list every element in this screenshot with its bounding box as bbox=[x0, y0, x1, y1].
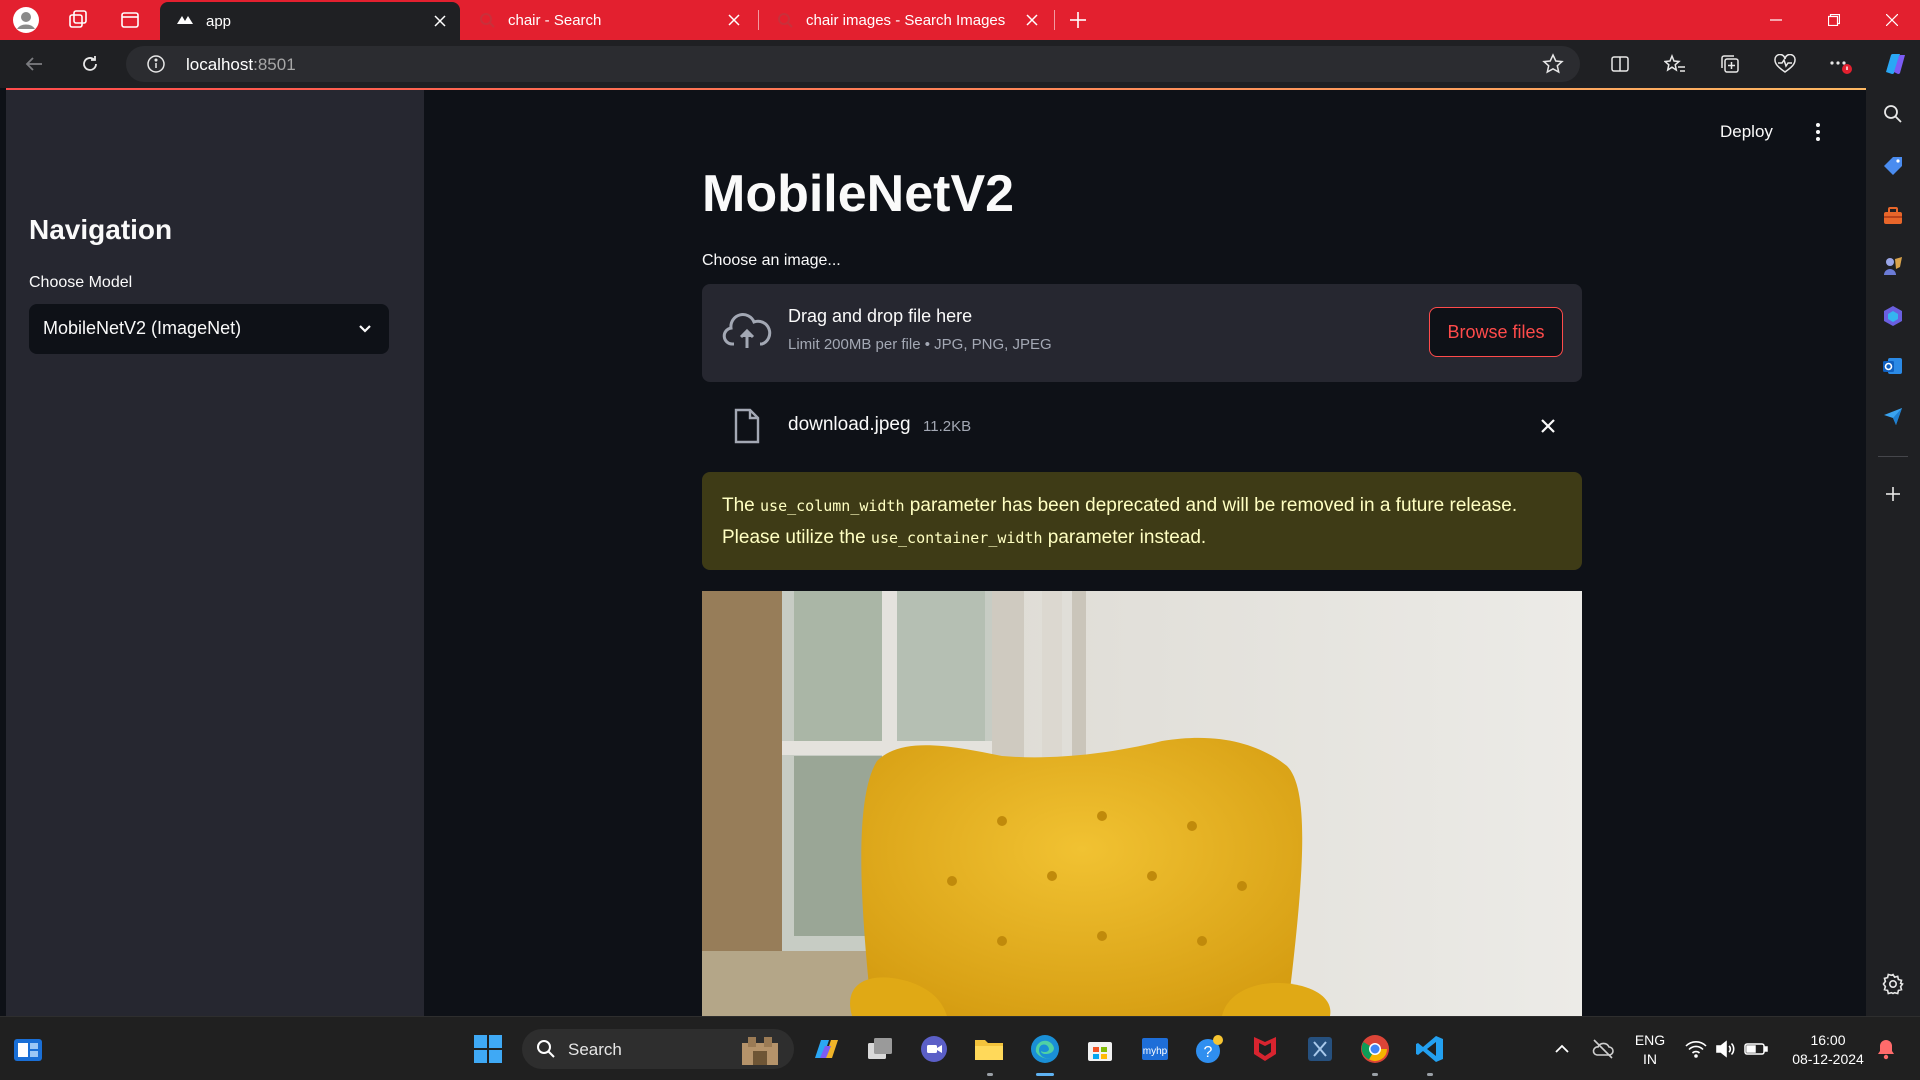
copilot-icon[interactable] bbox=[1878, 48, 1910, 80]
more-options-icon[interactable] bbox=[1824, 48, 1856, 80]
svg-text:?: ? bbox=[1204, 1044, 1213, 1061]
games-icon[interactable] bbox=[1881, 254, 1905, 278]
tab-separator bbox=[758, 10, 759, 30]
uploader-label: Choose an image... bbox=[702, 252, 841, 269]
remove-file-icon[interactable] bbox=[1538, 416, 1558, 436]
search-placeholder: Search bbox=[568, 1040, 622, 1059]
browser-essentials-icon[interactable] bbox=[1769, 48, 1801, 80]
uploaded-file-row: download.jpeg 11.2KB bbox=[702, 394, 1582, 454]
collections-icon[interactable] bbox=[1714, 48, 1746, 80]
chevron-down-icon bbox=[355, 319, 375, 339]
mcafee-icon[interactable] bbox=[1247, 1031, 1283, 1067]
page-viewport: Navigation Choose Model MobileNetV2 (Ima… bbox=[0, 88, 1866, 1016]
search-icon bbox=[478, 11, 496, 29]
file-dropzone[interactable]: Drag and drop file here Limit 200MB per … bbox=[702, 284, 1582, 382]
page-title: MobileNetV2 bbox=[702, 165, 1015, 223]
battery-icon[interactable] bbox=[1738, 1031, 1774, 1067]
chrome-icon[interactable] bbox=[1357, 1031, 1393, 1067]
onedrive-offline-icon[interactable] bbox=[1585, 1031, 1621, 1067]
search-icon bbox=[776, 11, 794, 29]
dropzone-title: Drag and drop file here bbox=[788, 306, 973, 326]
workspaces-icon[interactable] bbox=[64, 6, 92, 34]
show-hidden-icons-chevron-up-icon[interactable] bbox=[1544, 1031, 1580, 1067]
sidebar-heading: Navigation bbox=[29, 214, 173, 245]
task-view-icon[interactable] bbox=[862, 1031, 898, 1067]
file-size: 11.2KB bbox=[923, 418, 972, 435]
notifications-bell-icon[interactable] bbox=[1868, 1031, 1904, 1067]
deploy-button[interactable]: Deploy bbox=[1720, 122, 1773, 142]
tab-chair-search[interactable]: chair - Search bbox=[462, 0, 754, 40]
model-select-value: MobileNetV2 (ImageNet) bbox=[43, 318, 242, 338]
settings-gear-icon[interactable] bbox=[1881, 972, 1905, 996]
tab-title: chair - Search bbox=[508, 11, 602, 29]
close-tab-icon[interactable] bbox=[430, 11, 450, 31]
vertical-tabs-icon[interactable] bbox=[116, 6, 144, 34]
running-indicator bbox=[987, 1073, 993, 1076]
active-app-indicator bbox=[1036, 1073, 1054, 1076]
tab-separator bbox=[1054, 10, 1055, 30]
file-name: download.jpeg bbox=[788, 414, 911, 435]
model-select[interactable]: MobileNetV2 (ImageNet) bbox=[29, 304, 389, 354]
close-tab-icon[interactable] bbox=[1022, 10, 1042, 30]
cloud-upload-icon bbox=[722, 312, 772, 352]
favorites-icon[interactable] bbox=[1659, 48, 1691, 80]
minimize-icon[interactable] bbox=[1748, 0, 1804, 40]
address-bar[interactable]: localhost:8501 bbox=[126, 46, 1580, 82]
uploaded-image bbox=[702, 591, 1582, 1016]
browser-tab-strip: app chair - Search chair images - Search… bbox=[0, 0, 1920, 40]
url-text: localhost:8501 bbox=[186, 55, 296, 74]
new-tab-icon[interactable] bbox=[1064, 6, 1092, 34]
dropzone-limit: Limit 200MB per file • JPG, PNG, JPEG bbox=[788, 336, 1052, 353]
back-icon[interactable] bbox=[18, 48, 50, 80]
tab-title: chair images - Search Images bbox=[806, 11, 1006, 29]
streamlit-icon bbox=[176, 12, 194, 30]
snipping-tool-icon[interactable] bbox=[1302, 1031, 1338, 1067]
refresh-icon[interactable] bbox=[74, 48, 106, 80]
file-explorer-icon[interactable] bbox=[971, 1031, 1007, 1067]
windows-start-icon[interactable] bbox=[470, 1031, 506, 1067]
microsoft-365-icon[interactable] bbox=[1881, 304, 1905, 328]
language-indicator[interactable]: ENG IN bbox=[1630, 1031, 1670, 1069]
taskbar-search-box[interactable]: Search bbox=[522, 1029, 794, 1069]
edge-browser-icon[interactable] bbox=[1027, 1031, 1063, 1067]
browser-toolbar: localhost:8501 bbox=[0, 40, 1920, 88]
clock[interactable]: 16:00 08-12-2024 bbox=[1780, 1031, 1876, 1069]
running-indicator bbox=[1427, 1073, 1433, 1076]
split-screen-icon[interactable] bbox=[1604, 48, 1636, 80]
restore-icon[interactable] bbox=[1806, 0, 1862, 40]
svg-text:myhp: myhp bbox=[1143, 1046, 1168, 1057]
edge-sidebar bbox=[1866, 88, 1920, 1016]
running-indicator bbox=[1372, 1073, 1378, 1076]
meet-video-icon[interactable] bbox=[916, 1031, 952, 1067]
deprecation-warning: The use_column_width parameter has been … bbox=[702, 472, 1582, 570]
tab-app[interactable]: app bbox=[160, 2, 460, 40]
model-select-label: Choose Model bbox=[29, 274, 133, 291]
vscode-icon[interactable] bbox=[1412, 1031, 1448, 1067]
close-window-icon[interactable] bbox=[1864, 0, 1920, 40]
widgets-icon[interactable] bbox=[10, 1031, 46, 1067]
search-icon[interactable] bbox=[1881, 102, 1905, 126]
outlook-icon[interactable] bbox=[1881, 354, 1905, 378]
favorite-star-icon[interactable] bbox=[1542, 53, 1564, 75]
tools-icon[interactable] bbox=[1881, 204, 1905, 228]
myhp-icon[interactable]: myhp bbox=[1137, 1031, 1173, 1067]
drop-send-icon[interactable] bbox=[1881, 404, 1905, 428]
main-menu-icon[interactable] bbox=[1806, 120, 1830, 144]
close-tab-icon[interactable] bbox=[724, 10, 744, 30]
search-icon bbox=[536, 1039, 556, 1059]
add-icon[interactable] bbox=[1881, 482, 1905, 506]
site-info-icon[interactable] bbox=[146, 54, 166, 74]
search-highlight-image-icon bbox=[742, 1037, 778, 1065]
profile-icon[interactable] bbox=[12, 6, 40, 34]
microsoft-store-icon[interactable] bbox=[1082, 1031, 1118, 1067]
browse-files-button[interactable]: Browse files bbox=[1429, 307, 1563, 357]
copilot-taskbar-icon[interactable] bbox=[808, 1031, 844, 1067]
sidebar-divider bbox=[1878, 456, 1908, 457]
tab-title: app bbox=[206, 12, 232, 30]
taskbar: Search myhp ? ENG IN 16:00 08-12-2024 bbox=[0, 1016, 1920, 1080]
get-help-icon[interactable]: ? bbox=[1192, 1031, 1228, 1067]
tab-chair-images[interactable]: chair images - Search Images bbox=[760, 0, 1052, 40]
file-icon bbox=[730, 408, 762, 444]
shopping-tag-icon[interactable] bbox=[1881, 154, 1905, 178]
